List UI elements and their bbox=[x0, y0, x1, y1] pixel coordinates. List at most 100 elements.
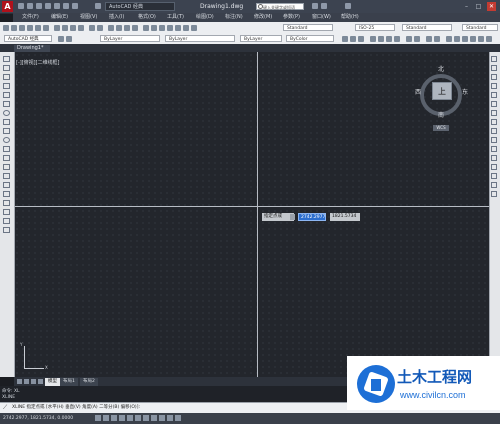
table-style-dropdown[interactable]: Standard bbox=[402, 24, 452, 31]
dynamic-ucs-icon[interactable] bbox=[151, 415, 157, 421]
array-tool-icon[interactable] bbox=[491, 92, 497, 98]
ortho-mode-icon[interactable] bbox=[111, 415, 117, 421]
object-tracking-icon[interactable] bbox=[143, 415, 149, 421]
save-as-icon[interactable] bbox=[45, 3, 51, 9]
viewport-controls[interactable]: [-][俯视][二维线框] bbox=[16, 59, 60, 66]
block-icon[interactable] bbox=[446, 36, 452, 42]
maximize-button[interactable]: □ bbox=[474, 2, 483, 11]
menu-edit[interactable]: 编辑(E) bbox=[51, 13, 68, 22]
table-tool-icon[interactable] bbox=[3, 209, 10, 215]
gradient-tool-icon[interactable] bbox=[3, 191, 10, 197]
tool-palettes-icon[interactable] bbox=[159, 25, 165, 31]
menu-tools[interactable]: 工具(T) bbox=[167, 13, 184, 22]
qnew-icon[interactable] bbox=[3, 25, 9, 31]
menu-modify[interactable]: 修改(M) bbox=[254, 13, 272, 22]
menu-view[interactable]: 视图(V) bbox=[80, 13, 97, 22]
trim-tool-icon[interactable] bbox=[491, 137, 497, 143]
help-icon[interactable] bbox=[345, 3, 351, 9]
open-file-icon[interactable] bbox=[27, 3, 33, 9]
polar-tracking-icon[interactable] bbox=[119, 415, 125, 421]
close-button[interactable]: ✕ bbox=[487, 2, 496, 11]
rectangle-tool-icon[interactable] bbox=[3, 92, 10, 98]
save-icon[interactable] bbox=[36, 3, 42, 9]
print-icon[interactable] bbox=[54, 3, 60, 9]
menu-parametric[interactable]: 参数(P) bbox=[283, 13, 300, 22]
minimize-button[interactable]: – bbox=[462, 2, 471, 11]
dynamic-input-y-field[interactable]: 1821.5734 bbox=[330, 213, 360, 221]
paste-icon[interactable] bbox=[70, 25, 76, 31]
image-icon[interactable] bbox=[478, 36, 484, 42]
circle-tool-icon[interactable] bbox=[3, 110, 10, 116]
mtext-icon[interactable] bbox=[406, 36, 412, 42]
command-input[interactable]: XLINE 指定点或 [水平(H) 垂直(V) 角度(A) 二等分(B) 偏移(… bbox=[12, 404, 140, 411]
plot-icon[interactable] bbox=[27, 25, 33, 31]
chamfer-tool-icon[interactable] bbox=[491, 173, 497, 179]
calculator-icon[interactable] bbox=[183, 25, 189, 31]
revcloud-tool-icon[interactable] bbox=[3, 119, 10, 125]
spline-tool-icon[interactable] bbox=[3, 128, 10, 134]
help-toolbar-icon[interactable] bbox=[191, 25, 197, 31]
dynamic-input-icon[interactable] bbox=[159, 415, 165, 421]
leader-icon[interactable] bbox=[434, 36, 440, 42]
multileader-style-dropdown[interactable]: Standard bbox=[462, 24, 498, 31]
layer-state-icon[interactable] bbox=[66, 36, 72, 42]
color-dropdown[interactable]: ByLayer bbox=[100, 35, 160, 42]
polyline-tool-icon[interactable] bbox=[3, 74, 10, 80]
compass-south[interactable]: 南 bbox=[438, 110, 444, 119]
brush-icon[interactable] bbox=[350, 36, 356, 42]
stretch-tool-icon[interactable] bbox=[491, 128, 497, 134]
toolbar-more-icon[interactable] bbox=[486, 36, 492, 42]
coordinate-display[interactable]: 2742.2977, 1821.5734, 0.0000 bbox=[3, 414, 73, 423]
dynamic-input-x-field[interactable]: 2742.2977 bbox=[298, 213, 326, 221]
ellipse-arc-tool-icon[interactable] bbox=[3, 146, 10, 152]
menu-file[interactable]: 文件(F) bbox=[22, 13, 39, 22]
erase-tool-icon[interactable] bbox=[491, 56, 497, 62]
menu-help[interactable]: 帮助(H) bbox=[341, 13, 359, 22]
add-selected-tool-icon[interactable] bbox=[3, 227, 10, 233]
lineweight-icon[interactable] bbox=[167, 415, 173, 421]
undo-toolbar-icon[interactable] bbox=[89, 25, 95, 31]
xref-icon[interactable] bbox=[470, 36, 476, 42]
zoom-window-icon[interactable] bbox=[124, 25, 130, 31]
attribute-icon[interactable] bbox=[462, 36, 468, 42]
break-tool-icon[interactable] bbox=[491, 155, 497, 161]
dim-style-dropdown[interactable]: ISO-25 bbox=[355, 24, 395, 31]
menu-insert[interactable]: 插入(I) bbox=[109, 13, 124, 22]
snap-mode-icon[interactable] bbox=[95, 415, 101, 421]
autocad-logo-icon[interactable]: A bbox=[2, 1, 13, 12]
zoom-realtime-icon[interactable] bbox=[116, 25, 122, 31]
curve-icon[interactable] bbox=[358, 36, 364, 42]
menu-draw[interactable]: 绘图(D) bbox=[196, 13, 214, 22]
next-layout-icon[interactable] bbox=[31, 379, 36, 384]
object-snap-icon[interactable] bbox=[127, 415, 133, 421]
compass-west[interactable]: 西 bbox=[415, 87, 421, 96]
workspace-toolbar-dropdown[interactable]: AutoCAD 经典 bbox=[4, 35, 52, 42]
arc-tool-icon[interactable] bbox=[3, 101, 10, 107]
layer-manager-icon[interactable] bbox=[58, 36, 64, 42]
region-tool-icon[interactable] bbox=[3, 200, 10, 206]
transparency-icon[interactable] bbox=[175, 415, 181, 421]
markup-icon[interactable] bbox=[175, 25, 181, 31]
polyline-icon[interactable] bbox=[370, 36, 376, 42]
design-center-icon[interactable] bbox=[151, 25, 157, 31]
menu-dimension[interactable]: 标注(N) bbox=[225, 13, 243, 22]
construction-line-icon[interactable] bbox=[3, 65, 10, 71]
properties-icon[interactable] bbox=[143, 25, 149, 31]
hatch-tool-icon[interactable] bbox=[3, 182, 10, 188]
tab-layout1[interactable]: 布局1 bbox=[60, 378, 78, 386]
extend-tool-icon[interactable] bbox=[491, 146, 497, 152]
drawing-canvas[interactable] bbox=[14, 52, 489, 377]
command-icon[interactable]: ⟋ bbox=[3, 404, 7, 412]
copy-icon[interactable] bbox=[62, 25, 68, 31]
3d-osnap-icon[interactable] bbox=[135, 415, 141, 421]
dimension-icon[interactable] bbox=[426, 36, 432, 42]
file-tab-drawing1[interactable]: Drawing1* bbox=[14, 45, 50, 52]
gradient-icon[interactable] bbox=[386, 36, 392, 42]
region-icon[interactable] bbox=[394, 36, 400, 42]
draw-line-icon[interactable] bbox=[342, 36, 348, 42]
fillet-tool-icon[interactable] bbox=[491, 182, 497, 188]
wcs-menu[interactable]: WCS bbox=[433, 125, 449, 131]
insert-block-tool-icon[interactable] bbox=[3, 155, 10, 161]
copy-tool-icon[interactable] bbox=[491, 65, 497, 71]
menu-window[interactable]: 窗口(W) bbox=[312, 13, 331, 22]
